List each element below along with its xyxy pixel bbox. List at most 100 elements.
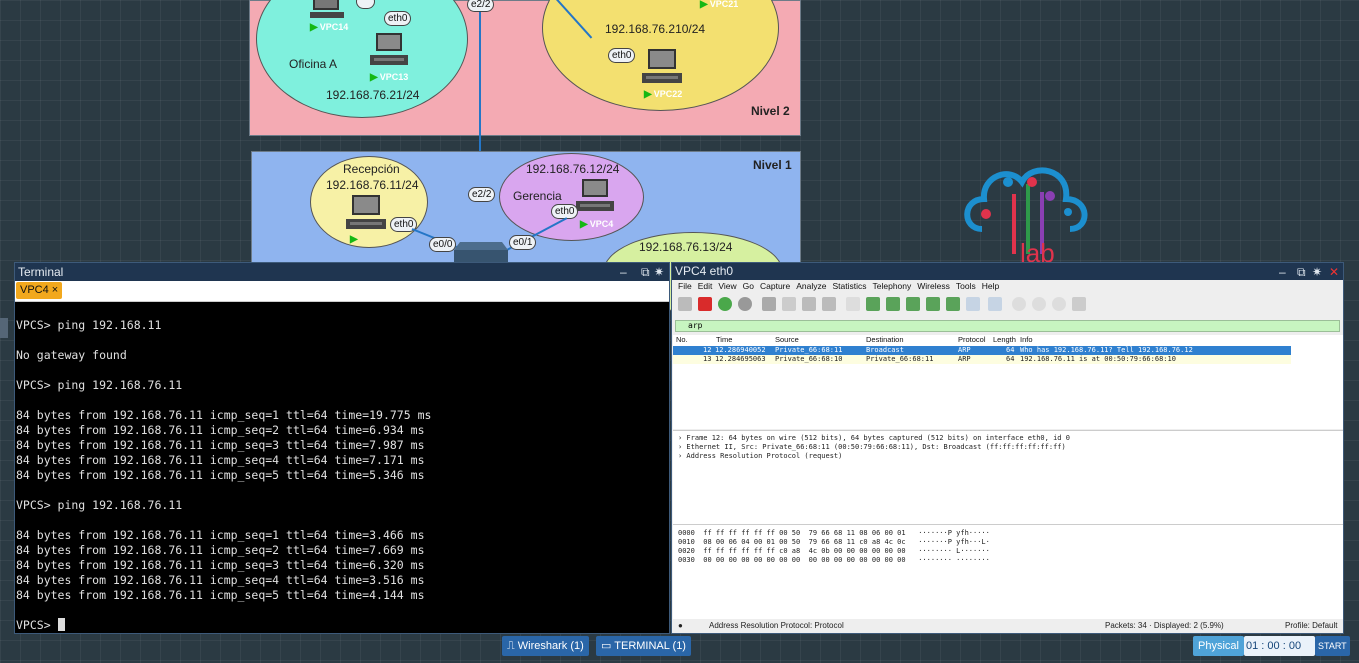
side-panel-toggle[interactable] (0, 318, 8, 338)
mode-physical-button[interactable]: Physical (1193, 636, 1244, 656)
packet-time: 12.284695063 (715, 355, 766, 363)
packet-src: Private_66:68:10 (775, 355, 843, 363)
last-icon[interactable] (946, 297, 960, 311)
packet-details[interactable]: › Frame 12: 64 bytes on wire (512 bits),… (673, 430, 1343, 526)
shark-fin-icon[interactable] (678, 297, 692, 311)
terminal-line: 84 bytes from 192.168.76.11 icmp_seq=4 t… (16, 573, 425, 587)
colorize-icon[interactable] (988, 297, 1002, 311)
restore-icon[interactable]: ⧉ (1297, 263, 1306, 281)
node-label[interactable]: ▶ (350, 234, 360, 245)
menu-item-statistics[interactable]: Statistics (832, 281, 866, 291)
search-icon[interactable] (846, 297, 860, 311)
minimize-icon[interactable]: – (620, 263, 627, 281)
logo-text: lab (1020, 238, 1055, 264)
close-file-icon[interactable] (802, 297, 816, 311)
taskbar-terminal-button[interactable]: ▭ TERMINAL (1) (596, 636, 691, 656)
zoom-reset-icon[interactable] (1052, 297, 1066, 311)
packet-row[interactable]: 12 12.286940052 Private_66:68:11 Broadcast A… (673, 346, 1291, 355)
column-header[interactable]: Destination (866, 335, 904, 345)
subnet-label: 192.168.76.21/24 (326, 88, 420, 102)
node-label-vpc13[interactable]: ▶ VPC13 (370, 72, 408, 83)
back-icon[interactable] (866, 297, 880, 311)
resize-columns-icon[interactable] (1072, 297, 1086, 311)
restart-icon[interactable] (718, 297, 732, 311)
packet-len: 64 (1006, 346, 1015, 354)
wireshark-titlebar[interactable]: VPC4 eth0 – ⧉ ✷ ✕ (672, 263, 1343, 280)
terminal-line: 84 bytes from 192.168.76.11 icmp_seq=3 t… (16, 438, 425, 452)
packet-info: Who has 192.168.76.11? Tell 192.168.76.1… (1020, 346, 1193, 354)
tab-vpc4[interactable]: VPC4 × (16, 282, 63, 299)
terminal-line: VPCS> ping 192.168.76.11 (16, 498, 183, 512)
zoom-in-icon[interactable] (1012, 297, 1026, 311)
column-header[interactable]: Source (775, 335, 799, 345)
autoscroll-icon[interactable] (966, 297, 980, 311)
column-header[interactable]: Info (1020, 335, 1033, 345)
gear-icon[interactable]: ✷ (654, 263, 664, 281)
interface-label: eth0 (608, 48, 636, 63)
subnet-label: 192.168.76.11/24 (326, 178, 419, 192)
status-profile[interactable]: Profile: Default (1285, 619, 1337, 633)
packet-proto: ARP (958, 346, 971, 354)
menu-item-wireless[interactable]: Wireless (917, 281, 950, 291)
detail-tree-item[interactable]: › Address Resolution Protocol (request) (673, 452, 1343, 461)
menu-item-analyze[interactable]: Analyze (796, 281, 826, 291)
terminal-window[interactable]: Terminal – ⧉ ✷ VPC4 × VPCS> ping 192.168… (14, 262, 670, 634)
zone-label: Nivel 1 (753, 158, 792, 172)
packet-dst: Private_66:68:11 (866, 355, 934, 363)
start-button[interactable]: START (1315, 636, 1350, 656)
pc-icon[interactable] (642, 47, 684, 87)
node-label-vpc14[interactable]: ▶ VPC14 (310, 22, 348, 33)
minimize-icon[interactable]: – (1279, 263, 1286, 281)
area-name: Gerencia (513, 189, 562, 203)
first-icon[interactable] (926, 297, 940, 311)
window-title: Terminal (18, 265, 64, 279)
pc-icon[interactable] (370, 31, 410, 69)
goto-icon[interactable] (906, 297, 920, 311)
menu-item-telephony[interactable]: Telephony (873, 281, 912, 291)
menu-item-capture[interactable]: Capture (760, 281, 790, 291)
menu-item-view[interactable]: View (718, 281, 736, 291)
column-header[interactable]: Length (993, 335, 1016, 345)
forward-icon[interactable] (886, 297, 900, 311)
status-bar: ● Address Resolution Protocol: Protocol … (672, 619, 1343, 633)
reload-icon[interactable] (822, 297, 836, 311)
menu-item-tools[interactable]: Tools (956, 281, 976, 291)
display-filter-input[interactable]: arp (675, 320, 1340, 332)
packet-no: 12 (703, 346, 712, 354)
menu-item-go[interactable]: Go (743, 281, 754, 291)
packet-len: 64 (1006, 355, 1015, 363)
switch-icon[interactable] (452, 238, 510, 264)
pc-icon[interactable] (346, 193, 388, 233)
node-label-vpc21[interactable]: ▶ VPC21 (700, 0, 738, 10)
open-icon[interactable] (762, 297, 776, 311)
column-header[interactable]: No. (676, 335, 688, 345)
terminal-line: 84 bytes from 192.168.76.11 icmp_seq=1 t… (16, 528, 425, 542)
save-icon[interactable] (782, 297, 796, 311)
detail-tree-item[interactable]: › Ethernet II, Src: Private_66:68:11 (00… (673, 443, 1343, 452)
menu-item-edit[interactable]: Edit (698, 281, 713, 291)
close-icon[interactable]: ✕ (1329, 263, 1339, 281)
column-header[interactable]: Time (716, 335, 732, 345)
stop-icon[interactable] (698, 297, 712, 311)
packet-dst: Broadcast (866, 346, 904, 354)
packet-list[interactable]: No. Time Source Destination Protocol Length In… (673, 335, 1343, 429)
options-icon[interactable] (738, 297, 752, 311)
detail-tree-item[interactable]: › Frame 12: 64 bytes on wire (512 bits),… (673, 434, 1343, 443)
wireshark-window[interactable]: VPC4 eth0 – ⧉ ✷ ✕ File Edit View Go Capture A… (671, 262, 1344, 634)
zoom-out-icon[interactable] (1032, 297, 1046, 311)
column-header[interactable]: Protocol (958, 335, 986, 345)
terminal-output[interactable]: VPCS> ping 192.168.11 No gateway found VPC… (16, 303, 666, 631)
gear-icon[interactable]: ✷ (1312, 263, 1322, 281)
taskbar-wireshark-button[interactable]: ⎍ Wireshark (1) (502, 636, 589, 656)
restore-icon[interactable]: ⧉ (641, 263, 650, 281)
pc-icon[interactable] (576, 177, 616, 215)
menu-item-help[interactable]: Help (982, 281, 999, 291)
packet-row[interactable]: 13 12.284695063 Private_66:68:10 Private_66… (673, 355, 1291, 364)
packet-bytes[interactable]: 0000 ff ff ff ff ff ff 00 50 79 66 68 11… (673, 524, 1343, 621)
node-label-vpc22[interactable]: ▶ VPC22 (644, 89, 682, 100)
menu-item-file[interactable]: File (678, 281, 692, 291)
terminal-titlebar[interactable]: Terminal – ⧉ ✷ (15, 263, 669, 281)
cursor (57, 618, 65, 631)
node-label-vpc4[interactable]: ▶ VPC4 (580, 219, 613, 230)
